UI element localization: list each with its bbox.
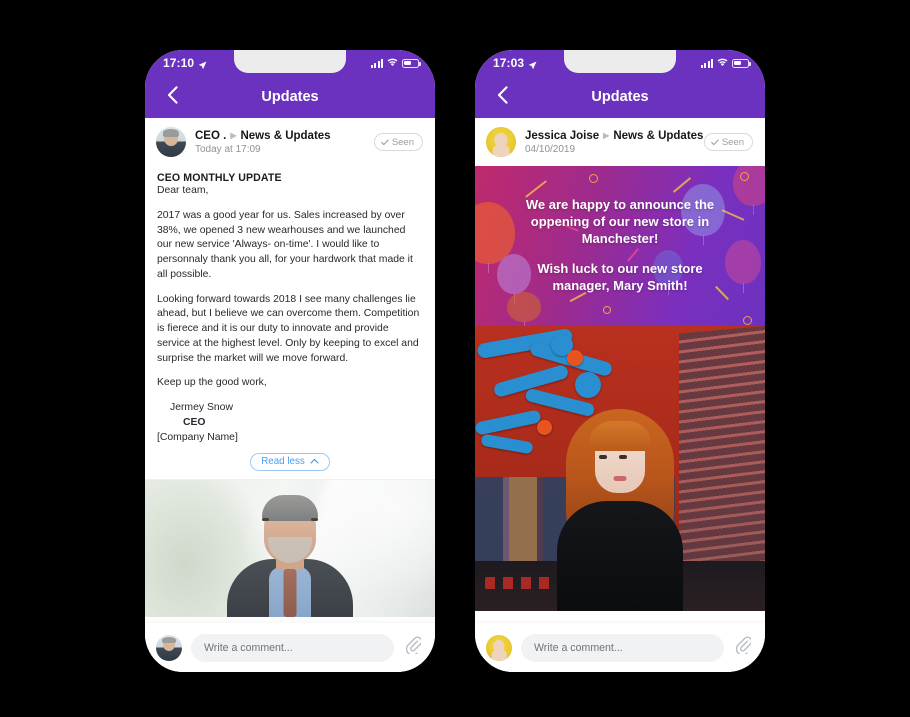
post-greeting: Dear team, — [157, 185, 209, 196]
phone-notch — [234, 50, 346, 73]
banner-text-block: We are happy to announce the oppening of… — [475, 166, 765, 326]
phone-notch — [564, 50, 676, 73]
post-meta: CEO . ▶ News & Updates Today at 17:09 — [195, 130, 374, 155]
content-scroll-right[interactable]: Jessica Joise ▶ News & Updates 04/10/201… — [475, 118, 765, 623]
cellular-signal-icon — [700, 58, 713, 68]
screenshot-stage: 17:10 Updates CEO . ▶ News & Updates Tod… — [0, 0, 910, 717]
post-photo-ceo[interactable] — [145, 479, 435, 618]
nav-bar-right: Updates — [475, 76, 765, 118]
post-meta: Jessica Joise ▶ News & Updates 04/10/201… — [525, 130, 704, 155]
chevron-up-icon — [310, 456, 319, 467]
post-author-row: Jessica Joise ▶ News & Updates — [525, 130, 704, 142]
location-arrow-icon — [198, 59, 207, 69]
banner-line-3: Manchester! — [581, 230, 659, 246]
signature-name: Jermey Snow — [170, 402, 233, 414]
announcement-banner[interactable]: We are happy to announce the oppening of… — [475, 166, 765, 326]
avatar-image — [156, 634, 182, 661]
wifi-icon — [387, 54, 398, 72]
cellular-signal-icon — [370, 58, 383, 68]
avatar[interactable] — [156, 634, 182, 661]
read-less-row: Read less — [145, 445, 435, 479]
top-bar-left: 17:10 Updates — [145, 50, 435, 118]
battery-icon — [732, 58, 751, 68]
chevron-left-icon — [167, 85, 178, 109]
status-time: 17:03 — [493, 56, 525, 70]
status-time-group: 17:10 — [163, 56, 207, 70]
post-timestamp: Today at 17:09 — [195, 143, 261, 155]
post-channel[interactable]: News & Updates — [240, 130, 330, 142]
status-badge[interactable]: Seen — [703, 133, 753, 151]
read-less-label: Read less — [261, 456, 305, 468]
status-indicators-right — [700, 54, 751, 72]
post-author-row: CEO . ▶ News & Updates — [195, 130, 374, 142]
play-triangle-icon: ▶ — [603, 131, 610, 140]
banner-line-5: manager, Mary Smith! — [552, 277, 688, 293]
post-paragraph-2: Looking forward towards 2018 I see many … — [157, 293, 420, 364]
page-title: Updates — [591, 89, 649, 105]
post-author[interactable]: Jessica Joise — [525, 130, 599, 142]
post-header-left: CEO . ▶ News & Updates Today at 17:09 Se… — [145, 118, 435, 166]
avatar-image — [156, 127, 186, 157]
status-badge-label: Seen — [391, 136, 414, 148]
banner-line-4: Wish luck to our new store — [537, 261, 703, 277]
status-badge-label: Seen — [721, 136, 744, 148]
play-triangle-icon: ▶ — [230, 131, 237, 140]
banner-line-2: oppening of our new store in — [530, 214, 710, 230]
chevron-left-icon — [497, 85, 508, 109]
avatar-image — [486, 634, 512, 661]
battery-icon — [402, 58, 421, 68]
top-bar-right: 17:03 Updates — [475, 50, 765, 118]
post-photo-woman[interactable] — [475, 326, 765, 611]
page-title: Updates — [261, 89, 319, 105]
avatar[interactable] — [486, 127, 516, 157]
post-channel[interactable]: News & Updates — [613, 130, 703, 142]
nav-bar-left: Updates — [145, 76, 435, 118]
post-title: CEO MONTHLY UPDATE — [157, 172, 282, 184]
comment-input[interactable] — [521, 633, 724, 662]
photo-subject-woman — [545, 396, 695, 611]
signature-role: CEO — [183, 416, 206, 428]
comment-bar-right — [475, 623, 765, 672]
read-less-button[interactable]: Read less — [250, 453, 330, 472]
signature-company: [Company Name] — [157, 431, 238, 443]
comment-input[interactable] — [191, 633, 394, 662]
check-icon — [710, 138, 719, 146]
avatar[interactable] — [486, 634, 512, 661]
wifi-icon — [717, 54, 728, 72]
phone-screen-left: 17:10 Updates CEO . ▶ News & Updates Tod… — [145, 50, 435, 672]
paperclip-icon — [405, 636, 422, 659]
phone-screen-right: 17:03 Updates Jessica Joise ▶ News & Upd… — [475, 50, 765, 672]
photo-subject-businessman — [226, 495, 354, 618]
content-scroll-left[interactable]: CEO . ▶ News & Updates Today at 17:09 Se… — [145, 118, 435, 623]
back-button[interactable] — [159, 84, 185, 110]
post-paragraph-1: 2017 was a good year for us. Sales incre… — [157, 209, 413, 280]
post-author[interactable]: CEO . — [195, 130, 226, 142]
check-icon — [380, 138, 389, 146]
status-time: 17:10 — [163, 56, 195, 70]
paperclip-icon — [735, 636, 752, 659]
post-header-right: Jessica Joise ▶ News & Updates 04/10/201… — [475, 118, 765, 166]
phone-mockup-left: 17:10 Updates CEO . ▶ News & Updates Tod… — [145, 50, 435, 672]
avatar-image — [486, 127, 516, 157]
post-timestamp: 04/10/2019 — [525, 143, 576, 155]
post-closing: Keep up the good work, — [157, 377, 267, 389]
attach-button[interactable] — [733, 636, 753, 659]
status-time-group: 17:03 — [493, 56, 537, 70]
post-body-left: CEO MONTHLY UPDATE Dear team, 2017 was a… — [145, 166, 435, 445]
status-indicators-left — [370, 54, 421, 72]
banner-line-1: We are happy to announce the — [525, 197, 715, 213]
phone-mockup-right: 17:03 Updates Jessica Joise ▶ News & Upd… — [475, 50, 765, 672]
avatar[interactable] — [156, 127, 186, 157]
back-button[interactable] — [489, 84, 515, 110]
comment-bar-left — [145, 623, 435, 672]
attach-button[interactable] — [403, 636, 423, 659]
status-badge[interactable]: Seen — [373, 133, 423, 151]
location-arrow-icon — [528, 59, 537, 69]
